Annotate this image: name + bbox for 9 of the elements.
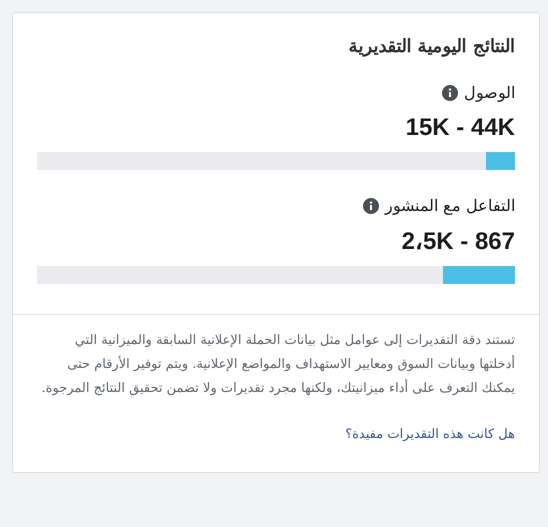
info-icon[interactable] bbox=[442, 84, 458, 100]
feedback-link[interactable]: هل كانت هذه التقديرات مفيدة؟ bbox=[345, 427, 515, 442]
metric-label: التفاعل مع المنشور bbox=[384, 196, 515, 215]
card-title: النتائج اليومية التقديرية bbox=[348, 35, 515, 57]
metric-label: الوصول bbox=[464, 83, 515, 102]
estimate-range: 2،5K - 867 bbox=[400, 227, 515, 256]
info-icon[interactable] bbox=[362, 198, 379, 214]
disclaimer-text: تستند دقة التقديرات إلى عوامل مثل بيانات الحملة الإعلانية السابقة والميزانية التي أدخلتها وبيانات السوق ومعايير الاستهداف والمواضع الإعلانية. ويتم توفير الأرقام حتى يمكنك التعرف على أداء ميزانيتك، ولكنها مجرد تقديرات ولا تضمن تحقيق النتائج المرجوة. bbox=[40, 332, 515, 398]
estimate-range: 15K - 44K bbox=[404, 114, 515, 142]
